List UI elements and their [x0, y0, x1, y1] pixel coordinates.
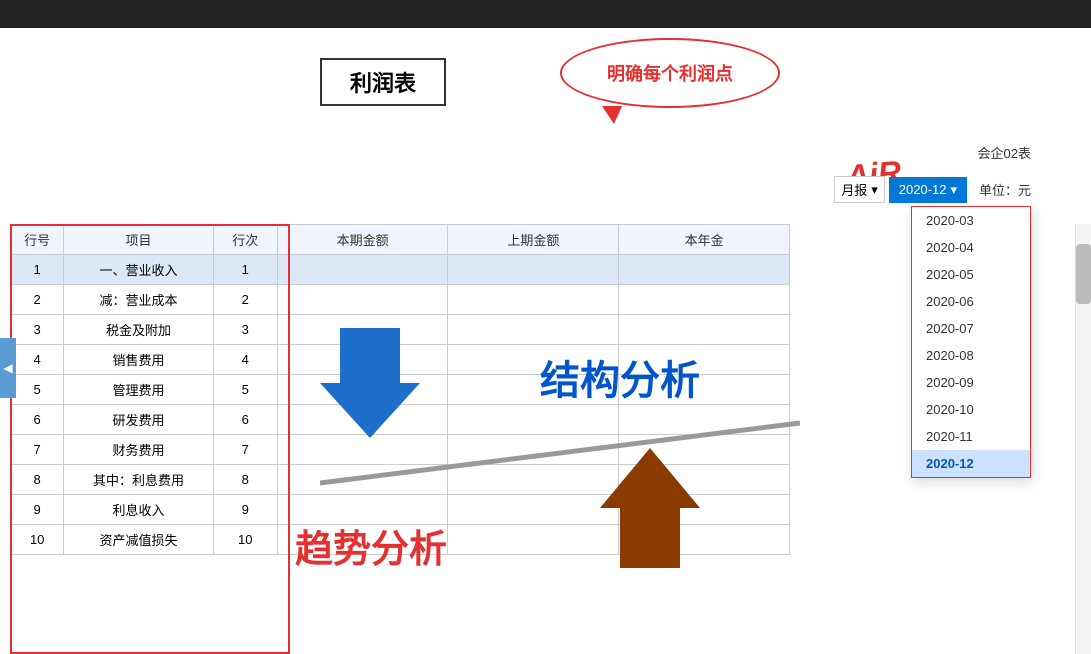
report-type-label: 月报	[841, 180, 867, 199]
th-ci: 行次	[213, 225, 277, 255]
scrollbar-thumb[interactable]	[1076, 244, 1091, 304]
unit-label: 单位：元	[979, 180, 1031, 199]
top-bar	[0, 0, 1091, 28]
cell-bn	[619, 255, 790, 285]
controls-row: 月报 ▾ 2020-12 ▾ 单位：元	[834, 176, 1031, 203]
dropdown-item-2020-05[interactable]: 2020-05	[912, 261, 1030, 288]
dropdown-item-2020-11[interactable]: 2020-11	[912, 423, 1030, 450]
cell-bn	[619, 285, 790, 315]
title-box: 利润表	[320, 58, 446, 106]
report-type-select[interactable]: 月报 ▾	[834, 176, 885, 203]
th-sq: 上期金额	[448, 225, 619, 255]
cell-seq: 9	[213, 495, 277, 525]
cell-sq	[448, 285, 619, 315]
report-type-chevron: ▾	[871, 182, 878, 198]
cell-seq: 5	[213, 375, 277, 405]
th-hang: 行号	[11, 225, 64, 255]
th-bq: 本期金额	[277, 225, 448, 255]
dropdown-item-2020-09[interactable]: 2020-09	[912, 369, 1030, 396]
cell-seq: 7	[213, 435, 277, 465]
cell-bn	[619, 315, 790, 345]
speech-bubble: 明确每个利润点	[560, 38, 780, 108]
cell-bq	[277, 285, 448, 315]
blue-down-arrow	[320, 328, 420, 443]
cell-seq: 10	[213, 525, 277, 555]
dropdown-item-2020-08[interactable]: 2020-08	[912, 342, 1030, 369]
cell-name: 减：营业成本	[64, 285, 213, 315]
dropdown-item-2020-06[interactable]: 2020-06	[912, 288, 1030, 315]
brown-up-arrow	[600, 448, 700, 573]
cell-id: 2	[11, 285, 64, 315]
title-text: 利润表	[350, 71, 416, 96]
cell-sq	[448, 255, 619, 285]
company-label: 会企02表	[978, 143, 1031, 162]
cell-name: 税金及附加	[64, 315, 213, 345]
dropdown-menu[interactable]: 2020-032020-042020-052020-062020-072020-…	[911, 206, 1031, 478]
cell-bq	[277, 255, 448, 285]
cell-id: 6	[11, 405, 64, 435]
cell-name: 资产减值损失	[64, 525, 213, 555]
cell-id: 1	[11, 255, 64, 285]
main-content: 明确每个利润点 利润表 AiR 会企02表 月报 ▾ 2020-12 ▾ 单位：…	[0, 28, 1091, 654]
cell-id: 3	[11, 315, 64, 345]
cell-name: 管理费用	[64, 375, 213, 405]
jiegou-text: 结构分析	[540, 348, 700, 406]
th-bn: 本年金	[619, 225, 790, 255]
cell-id: 7	[11, 435, 64, 465]
cell-sq	[448, 315, 619, 345]
period-label: 2020-12	[899, 182, 947, 197]
cell-sq	[448, 495, 619, 525]
cell-name: 财务费用	[64, 435, 213, 465]
table-row: 2 减：营业成本 2	[11, 285, 790, 315]
cell-name: 销售费用	[64, 345, 213, 375]
cell-id: 4	[11, 345, 64, 375]
scrollbar[interactable]	[1075, 224, 1091, 654]
cell-seq: 2	[213, 285, 277, 315]
cell-seq: 1	[213, 255, 277, 285]
cell-name: 利息收入	[64, 495, 213, 525]
cell-id: 10	[11, 525, 64, 555]
speech-bubble-text: 明确每个利润点	[607, 60, 733, 86]
period-chevron: ▾	[950, 182, 957, 198]
dropdown-item-2020-12[interactable]: 2020-12	[912, 450, 1030, 477]
chevron-left-icon: ◀	[3, 361, 12, 375]
cell-seq: 8	[213, 465, 277, 495]
table-row: 1 一、营业收入 1	[11, 255, 790, 285]
cell-name: 一、营业收入	[64, 255, 213, 285]
qushi-text: 趋势分析	[295, 518, 447, 573]
cell-name: 研发费用	[64, 405, 213, 435]
cell-seq: 6	[213, 405, 277, 435]
dropdown-item-2020-03[interactable]: 2020-03	[912, 207, 1030, 234]
left-sidebar-toggle[interactable]: ◀	[0, 338, 16, 398]
cell-id: 9	[11, 495, 64, 525]
dropdown-item-2020-10[interactable]: 2020-10	[912, 396, 1030, 423]
cell-seq: 4	[213, 345, 277, 375]
cell-id: 8	[11, 465, 64, 495]
dropdown-item-2020-04[interactable]: 2020-04	[912, 234, 1030, 261]
cell-name: 其中：利息费用	[64, 465, 213, 495]
cell-seq: 3	[213, 315, 277, 345]
dropdown-item-2020-07[interactable]: 2020-07	[912, 315, 1030, 342]
period-select[interactable]: 2020-12 ▾	[889, 177, 967, 203]
th-xiang: 项目	[64, 225, 213, 255]
cell-sq	[448, 525, 619, 555]
cell-id: 5	[11, 375, 64, 405]
